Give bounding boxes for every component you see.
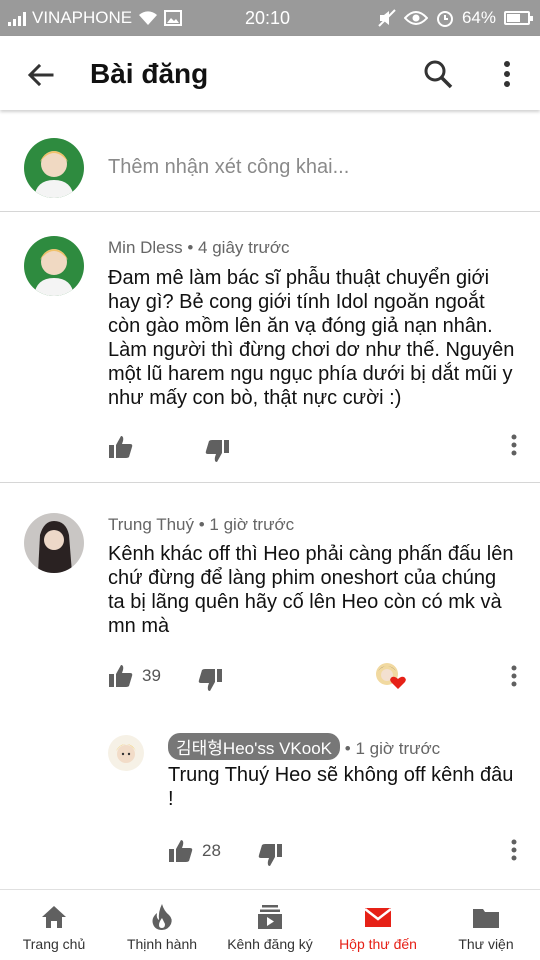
reply-actions: 28 [168, 834, 283, 868]
inbox-icon [364, 908, 392, 927]
gallery-icon [164, 10, 183, 26]
carrier-name: VINAPHONE [32, 8, 133, 27]
nav-trending[interactable]: Thịnh hành [108, 890, 216, 960]
library-icon [473, 909, 499, 928]
comment-more-icon[interactable] [510, 665, 518, 687]
nav-label: Kênh đăng ký [227, 936, 313, 952]
more-vert-icon[interactable] [494, 56, 520, 92]
like-count: 28 [202, 841, 221, 860]
meta-separator: • [198, 515, 205, 534]
signal-icon [8, 10, 26, 26]
dislike-icon[interactable] [257, 842, 283, 868]
home-icon [42, 906, 66, 928]
comment-text: Kênh khác off thì Heo phải càng phấn đấu… [108, 543, 514, 637]
commenter-avatar[interactable] [24, 236, 84, 296]
mute-icon [378, 9, 396, 27]
comment-author[interactable]: Trung Thuý [108, 515, 194, 534]
comment-item: Min Dless • 4 giây trước Đam mê làm bác … [0, 212, 540, 482]
like-icon[interactable] [108, 434, 134, 460]
dislike-icon[interactable] [204, 438, 230, 464]
status-right: 64% [378, 8, 533, 28]
battery-percent: 64% [461, 8, 496, 27]
commenter-avatar[interactable] [24, 513, 84, 573]
comment-input[interactable]: Thêm nhận xét công khai... [108, 156, 349, 179]
status-bar: VINAPHONE 20:10 64% [0, 0, 540, 36]
comment-more-icon[interactable] [510, 434, 518, 456]
comment-time: 4 giây trước [198, 238, 290, 257]
comment-actions [108, 430, 230, 464]
bottom-navigation: Trang chủ Thịnh hành Kênh đăng ký Hộp th… [0, 889, 540, 960]
alarm-icon [436, 11, 453, 27]
reply-more-icon[interactable] [510, 839, 518, 861]
add-comment-row[interactable]: Thêm nhận xét công khai... [0, 110, 540, 212]
reply-meta: 김태형Heo'ss VKooK • 1 giờ trước [168, 733, 440, 760]
nav-label: Trang chủ [22, 936, 86, 952]
meta-separator: • [344, 739, 351, 758]
trending-icon [152, 904, 172, 930]
like-count: 39 [142, 666, 161, 685]
comment-meta: Trung Thuý • 1 giờ trước [108, 515, 294, 535]
app-bar: Bài đăng [0, 36, 540, 110]
nav-inbox[interactable]: Hộp thư đến [324, 890, 432, 960]
status-time: 20:10 [245, 8, 291, 28]
nav-library[interactable]: Thư viện [432, 890, 540, 960]
current-user-avatar [24, 138, 84, 198]
comment-actions: 39 [108, 659, 223, 693]
subscriptions-icon [258, 905, 282, 929]
comment-meta: Min Dless • 4 giây trước [108, 238, 290, 258]
arrow-back-icon[interactable] [24, 58, 58, 92]
nav-label: Hộp thư đến [339, 936, 417, 952]
creator-heart-icon [376, 663, 406, 689]
comment-item: Trung Thuý • 1 giờ trước Kênh khác off t… [0, 483, 540, 888]
nav-subscriptions[interactable]: Kênh đăng ký [216, 890, 324, 960]
comment-author[interactable]: Min Dless [108, 238, 183, 257]
creator-heart-badge [374, 661, 408, 691]
like-icon[interactable] [108, 663, 134, 689]
nav-label: Thư viện [458, 936, 514, 952]
battery-icon [504, 11, 533, 25]
reply-text: Trung Thuý Heo sẽ không off kênh đâu ! [168, 764, 514, 810]
dislike-icon[interactable] [197, 667, 223, 693]
nav-home[interactable]: Trang chủ [0, 890, 108, 960]
meta-separator: • [187, 238, 194, 257]
search-icon[interactable] [420, 56, 456, 92]
reply-author-chip[interactable]: 김태형Heo'ss VKooK [168, 733, 341, 760]
comment-time: 1 giờ trước [209, 515, 295, 534]
eye-icon [403, 11, 428, 25]
like-icon[interactable] [168, 838, 194, 864]
status-left: VINAPHONE [8, 8, 183, 28]
wifi-icon [139, 11, 158, 25]
nav-label: Thịnh hành [126, 936, 198, 952]
reply-item: 김태형Heo'ss VKooK • 1 giờ trước Trung Thuý… [0, 723, 540, 883]
comment-text: Đam mê làm bác sĩ phẫu thuật chuyển giới… [108, 267, 515, 409]
reply-avatar[interactable] [108, 735, 144, 771]
page-title: Bài đăng [90, 58, 209, 89]
reply-time: 1 giờ trước [355, 739, 441, 758]
